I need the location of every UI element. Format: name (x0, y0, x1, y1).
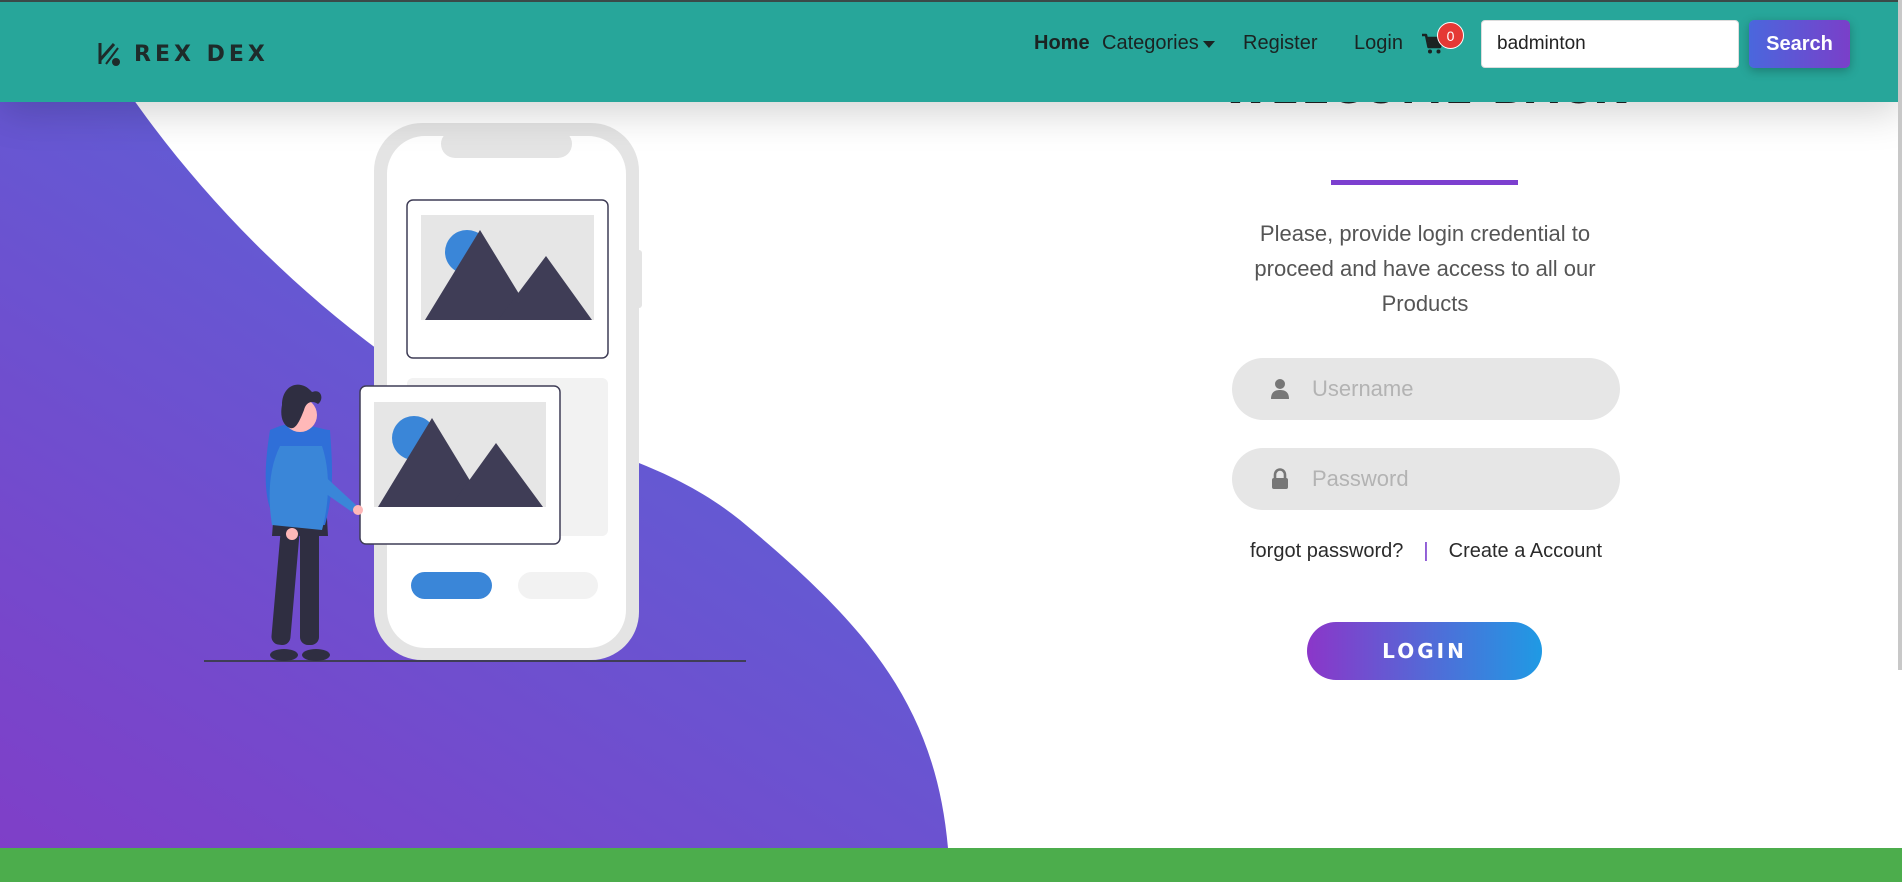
lock-icon (1272, 468, 1288, 489)
hero-illustration (0, 0, 948, 848)
search-button[interactable]: Search (1749, 20, 1850, 68)
nav-login-link[interactable]: Login (1354, 32, 1403, 55)
forgot-password-link[interactable]: forgot password? (1250, 540, 1403, 563)
username-input[interactable] (1312, 376, 1602, 402)
search-input[interactable] (1481, 20, 1739, 68)
brand-logo[interactable]: REX DEX (96, 40, 269, 68)
nav-register-link[interactable]: Register (1243, 32, 1317, 55)
user-icon (1271, 379, 1289, 399)
top-navbar: REX DEX Home Categories Register Login 0… (0, 0, 1902, 102)
title-underline (1331, 180, 1518, 185)
password-field[interactable] (1232, 448, 1620, 510)
links-separator: | (1423, 540, 1429, 562)
caret-down-icon (1202, 41, 1215, 48)
brand-name: REX DEX (134, 41, 269, 67)
create-account-link[interactable]: Create a Account (1449, 540, 1602, 563)
nav-categories-label: Categories (1102, 32, 1199, 54)
phone-illustration (359, 123, 642, 660)
cart-count-badge: 0 (1437, 22, 1464, 49)
username-field[interactable] (1232, 358, 1620, 420)
footer-bar (0, 848, 1902, 882)
password-input[interactable] (1312, 466, 1602, 492)
login-subtitle: Please, provide login credential to proc… (1254, 221, 1596, 316)
login-form: WELCOME BACK Please, provide login crede… (1180, 0, 1670, 848)
login-button[interactable]: LOGIN (1307, 622, 1542, 680)
nav-categories-dropdown[interactable]: Categories (1102, 32, 1215, 55)
nav-home-link[interactable]: Home (1034, 32, 1090, 55)
login-page: REX DEX Home Categories Register Login 0… (0, 0, 1902, 882)
page-scrollbar[interactable] (1898, 0, 1902, 670)
brand-logo-icon (98, 43, 120, 66)
auth-links-row: forgot password? | Create a Account (1250, 540, 1610, 563)
